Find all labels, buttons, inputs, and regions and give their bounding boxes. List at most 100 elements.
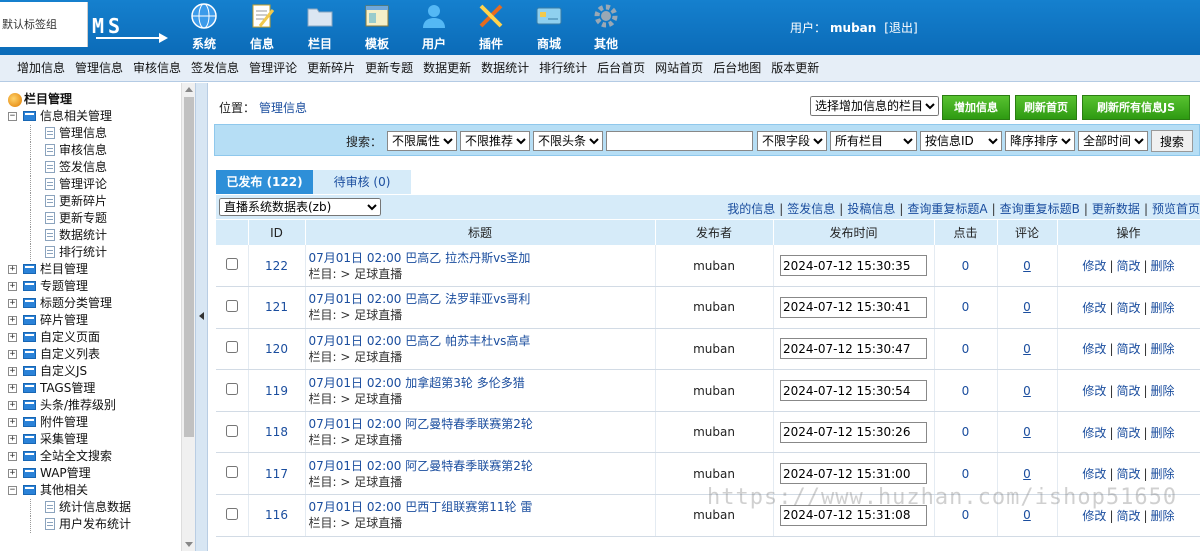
time-filter-select[interactable]: 全部时间 xyxy=(1078,131,1148,151)
quick-menu-item[interactable]: 审核信息 xyxy=(133,55,181,82)
quick-edit-link[interactable]: 简改 xyxy=(1116,301,1140,315)
quick-edit-link[interactable]: 简改 xyxy=(1116,342,1140,356)
expand-icon[interactable]: + xyxy=(8,265,17,274)
row-id-link[interactable]: 118 xyxy=(265,425,288,439)
row-checkbox[interactable] xyxy=(225,466,238,479)
expand-icon[interactable]: + xyxy=(8,367,17,376)
expand-icon[interactable]: + xyxy=(8,401,17,410)
quick-edit-link[interactable]: 简改 xyxy=(1116,426,1140,440)
scrollbar-thumb[interactable] xyxy=(184,97,194,437)
sidebar-item[interactable]: 更新碎片 xyxy=(0,193,181,210)
sidebar-group[interactable]: + 碎片管理 xyxy=(0,312,181,329)
quick-menu-item[interactable]: 数据更新 xyxy=(423,55,471,82)
sidebar-group[interactable]: + 采集管理 xyxy=(0,431,181,448)
sidebar-scrollbar[interactable] xyxy=(181,83,195,551)
edit-link[interactable]: 修改 xyxy=(1082,384,1106,398)
row-checkbox[interactable] xyxy=(225,424,238,437)
edit-link[interactable]: 修改 xyxy=(1082,301,1106,315)
row-comments-link[interactable]: 0 xyxy=(1023,425,1031,439)
module-plugin-tools[interactable]: 插件 xyxy=(465,2,517,52)
sidebar-group[interactable]: + 附件管理 xyxy=(0,414,181,431)
row-comments-link[interactable]: 0 xyxy=(1023,342,1031,356)
publish-time-input[interactable] xyxy=(780,255,927,277)
row-title-link[interactable]: 07月01日 02:00 加拿超第3轮 多伦多猎 xyxy=(309,375,655,391)
quick-menu-item[interactable]: 更新碎片 xyxy=(307,55,355,82)
delete-link[interactable]: 删除 xyxy=(1151,301,1175,315)
collapse-icon[interactable]: − xyxy=(8,112,17,121)
delete-link[interactable]: 删除 xyxy=(1151,509,1175,523)
sidebar-group[interactable]: + 自定义JS xyxy=(0,363,181,380)
tab-published[interactable]: 已发布 (122) xyxy=(216,170,313,194)
sidebar-splitter[interactable] xyxy=(196,83,208,551)
publish-time-input[interactable] xyxy=(780,380,927,402)
row-id-link[interactable]: 122 xyxy=(265,259,288,273)
sidebar-item[interactable]: 用户发布统计 xyxy=(0,516,181,533)
row-comments-link[interactable]: 0 xyxy=(1023,508,1031,522)
expand-icon[interactable]: + xyxy=(8,299,17,308)
sidebar-group[interactable]: + WAP管理 xyxy=(0,465,181,482)
module-template-window[interactable]: 模板 xyxy=(351,2,403,52)
sidebar-item[interactable]: 审核信息 xyxy=(0,142,181,159)
row-id-link[interactable]: 117 xyxy=(265,467,288,481)
data-table-select[interactable]: 直播系统数据表(zb) xyxy=(219,198,381,216)
module-gear[interactable]: 其他 xyxy=(580,2,632,52)
sidebar-group[interactable]: + 栏目管理 xyxy=(0,261,181,278)
sidebar-group[interactable]: − 信息相关管理 xyxy=(0,108,181,125)
toolbar-link[interactable]: 查询重复标题A xyxy=(907,202,987,216)
row-id-link[interactable]: 121 xyxy=(265,300,288,314)
quick-edit-link[interactable]: 简改 xyxy=(1116,259,1140,273)
quick-menu-item[interactable]: 后台地图 xyxy=(713,55,761,82)
module-user[interactable]: 用户 xyxy=(408,2,460,52)
sort-order-select[interactable]: 降序排序 xyxy=(1005,131,1075,151)
expand-icon[interactable]: + xyxy=(8,333,17,342)
sidebar-group[interactable]: + 自定义列表 xyxy=(0,346,181,363)
row-checkbox[interactable] xyxy=(225,258,238,271)
sidebar-item[interactable]: 数据统计 xyxy=(0,227,181,244)
toolbar-link[interactable]: 投稿信息 xyxy=(847,202,895,216)
expand-icon[interactable]: + xyxy=(8,282,17,291)
toolbar-link[interactable]: 签发信息 xyxy=(787,202,835,216)
sidebar-group[interactable]: + 全站全文搜索 xyxy=(0,448,181,465)
expand-icon[interactable]: + xyxy=(8,435,17,444)
edit-link[interactable]: 修改 xyxy=(1082,342,1106,356)
row-checkbox[interactable] xyxy=(225,341,238,354)
expand-icon[interactable]: + xyxy=(8,350,17,359)
column-filter-select[interactable]: 所有栏目 xyxy=(830,131,917,151)
quick-menu-item[interactable]: 管理评论 xyxy=(249,55,297,82)
tab-pending[interactable]: 待审核 (0) xyxy=(313,170,411,194)
row-comments-link[interactable]: 0 xyxy=(1023,259,1031,273)
field-filter-select[interactable]: 不限字段 xyxy=(757,131,827,151)
row-comments-link[interactable]: 0 xyxy=(1023,300,1031,314)
publish-time-input[interactable] xyxy=(780,296,927,318)
row-clicks-link[interactable]: 0 xyxy=(962,425,970,439)
row-clicks-link[interactable]: 0 xyxy=(962,384,970,398)
sidebar-group[interactable]: + 头条/推荐级别 xyxy=(0,397,181,414)
row-clicks-link[interactable]: 0 xyxy=(962,508,970,522)
module-folder[interactable]: 栏目 xyxy=(294,2,346,52)
quick-menu-item[interactable]: 网站首页 xyxy=(655,55,703,82)
collapse-icon[interactable]: − xyxy=(8,486,17,495)
toolbar-link[interactable]: 我的信息 xyxy=(727,202,775,216)
publish-time-input[interactable] xyxy=(780,421,927,443)
row-comments-link[interactable]: 0 xyxy=(1023,467,1031,481)
search-keyword-input[interactable] xyxy=(606,131,753,151)
quick-menu-item[interactable]: 管理信息 xyxy=(75,55,123,82)
headline-filter-select[interactable]: 不限头条 xyxy=(533,131,603,151)
toolbar-link[interactable]: 预览首页 xyxy=(1152,202,1200,216)
module-document-edit[interactable]: 信息 xyxy=(236,2,288,52)
recommend-filter-select[interactable]: 不限推荐 xyxy=(460,131,530,151)
quick-menu-item[interactable]: 数据统计 xyxy=(481,55,529,82)
row-title-link[interactable]: 07月01日 02:00 巴高乙 拉杰丹斯vs圣加 xyxy=(309,250,655,266)
toolbar-link[interactable]: 查询重复标题B xyxy=(1000,202,1080,216)
quick-menu-item[interactable]: 排行统计 xyxy=(539,55,587,82)
row-title-link[interactable]: 07月01日 02:00 阿乙曼特春季联赛第2轮 xyxy=(309,458,655,474)
sidebar-item[interactable]: 排行统计 xyxy=(0,244,181,261)
row-title-link[interactable]: 07月01日 02:00 巴西丁组联赛第11轮 雷 xyxy=(309,499,655,515)
delete-link[interactable]: 删除 xyxy=(1151,467,1175,481)
expand-icon[interactable]: + xyxy=(8,384,17,393)
row-title-link[interactable]: 07月01日 02:00 巴高乙 帕苏丰杜vs高卓 xyxy=(309,333,655,349)
column-select[interactable]: 选择增加信息的栏目 xyxy=(810,96,939,116)
sidebar-group[interactable]: + 标题分类管理 xyxy=(0,295,181,312)
search-button[interactable]: 搜索 xyxy=(1151,130,1193,152)
tree-root[interactable]: 栏目管理 xyxy=(0,91,181,108)
